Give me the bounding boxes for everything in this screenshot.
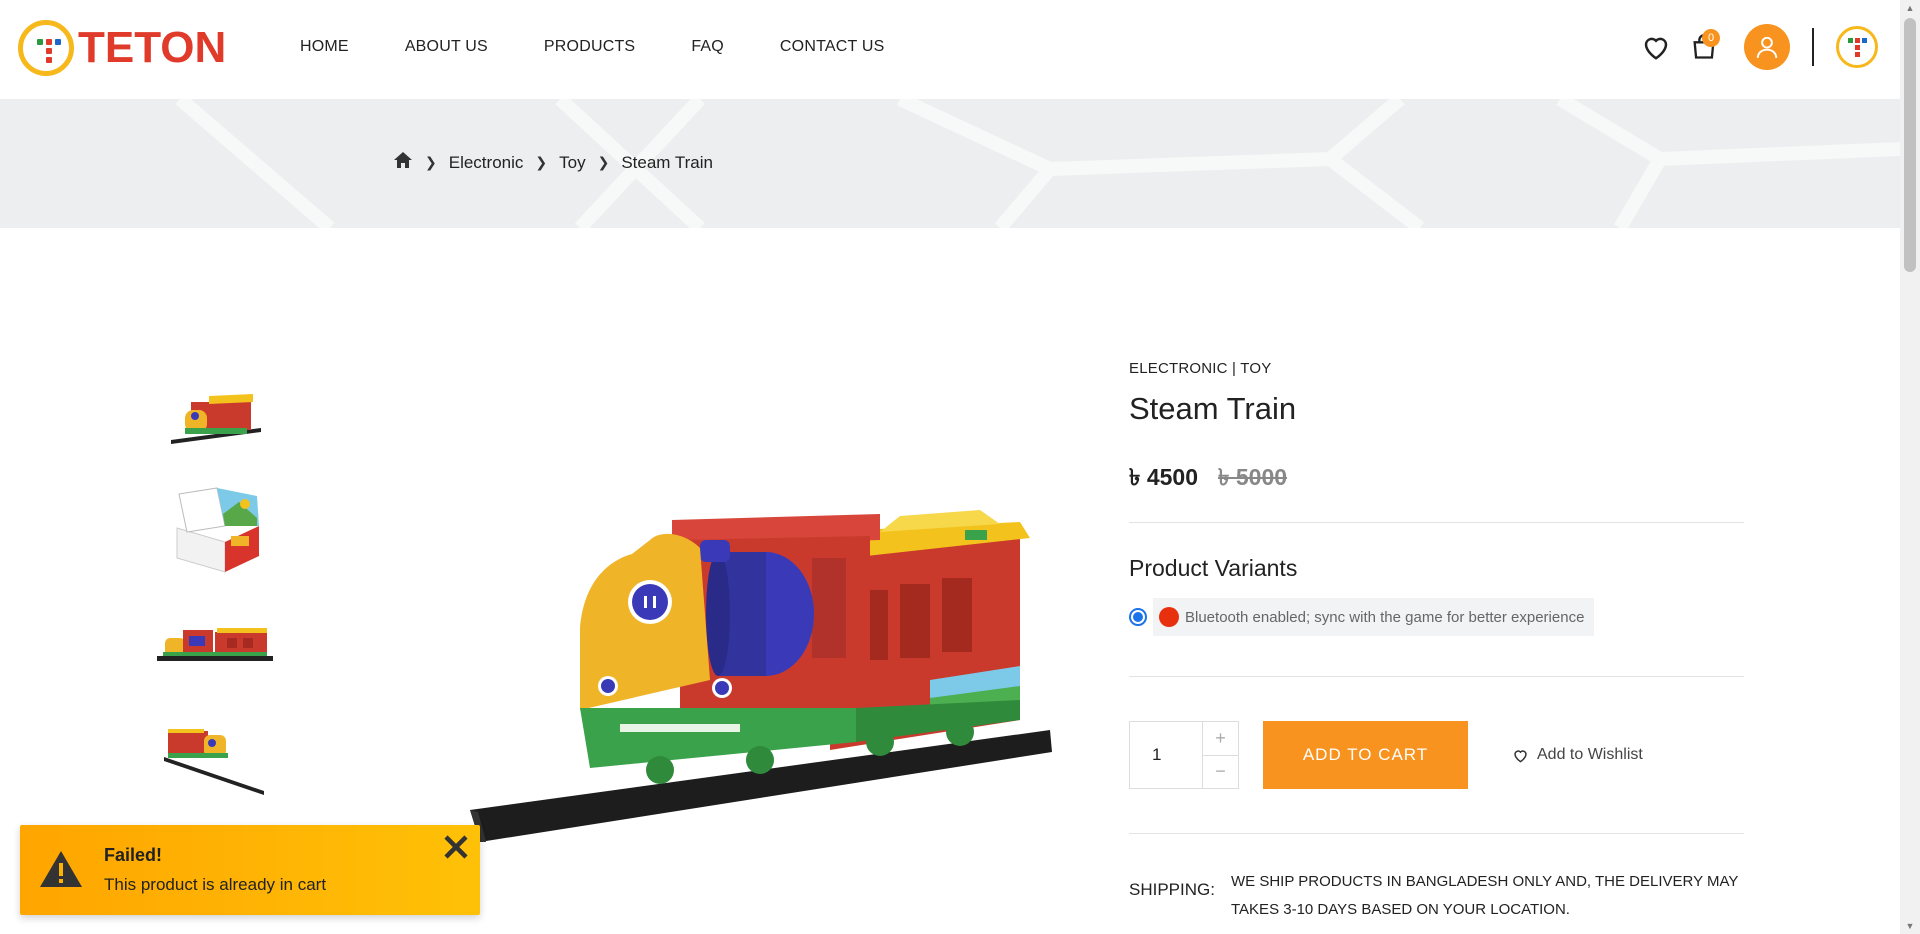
- quantity-decrease-button[interactable]: −: [1203, 756, 1238, 789]
- close-icon: [444, 835, 468, 859]
- divider: [1129, 676, 1744, 677]
- breadcrumb: ❯ Electronic ❯ Toy ❯ Steam Train: [393, 151, 713, 174]
- variants-heading: Product Variants: [1129, 555, 1298, 581]
- product-title: Steam Train: [1129, 391, 1297, 426]
- divider: [1129, 522, 1744, 523]
- logo-text: TETON: [78, 23, 227, 72]
- banner-pattern: [175, 99, 1900, 228]
- quantity-input[interactable]: [1130, 722, 1202, 788]
- color-swatch: [1159, 607, 1179, 627]
- variant-label: Bluetooth enabled; sync with the game fo…: [1185, 608, 1585, 626]
- home-icon: [394, 152, 412, 168]
- variant-option[interactable]: Bluetooth enabled; sync with the game fo…: [1129, 598, 1744, 636]
- nav-contact-us[interactable]: CONTACT US: [780, 38, 885, 56]
- toast-close-button[interactable]: [436, 827, 476, 867]
- product-info: ELECTRONIC | TOY Steam Train ৳ 4500 ৳ 50…: [1129, 360, 1744, 924]
- variant-radio[interactable]: [1129, 608, 1147, 626]
- user-icon: [1756, 36, 1778, 58]
- breadcrumb-banner: ❯ Electronic ❯ Toy ❯ Steam Train: [0, 99, 1900, 228]
- add-to-wishlist-link[interactable]: Add to Wishlist: [1512, 746, 1643, 764]
- nav-faq[interactable]: FAQ: [691, 38, 724, 56]
- scroll-down-icon[interactable]: ▼: [1900, 918, 1920, 934]
- box-thumbnail-image: [176, 487, 259, 573]
- shipping-info: SHIPPING: We ship products in Bangladesh…: [1129, 868, 1744, 924]
- chevron-right-icon: ❯: [535, 154, 548, 170]
- shipping-text: We ship products in Bangladesh only and,…: [1231, 873, 1739, 918]
- thumbnail-1[interactable]: [150, 365, 280, 465]
- shipping-label: SHIPPING:: [1129, 880, 1215, 899]
- heart-outline-icon: [1514, 749, 1527, 763]
- price-block: ৳ 4500 ৳ 5000: [1129, 459, 1744, 498]
- cart-button[interactable]: 0: [1682, 25, 1726, 69]
- add-to-wishlist-label: Add to Wishlist: [1537, 746, 1643, 763]
- heart-icon: [1644, 37, 1668, 60]
- breadcrumb-electronic[interactable]: Electronic: [449, 153, 524, 173]
- train-track-thumbnail-image: [164, 729, 264, 795]
- header-divider: [1812, 28, 1814, 66]
- nav-home[interactable]: HOME: [300, 38, 349, 56]
- nav-about-us[interactable]: ABOUT US: [405, 38, 488, 56]
- toast-title: Failed!: [104, 845, 163, 865]
- price-original: ৳ 5000: [1218, 464, 1288, 490]
- quantity-stepper: + −: [1129, 721, 1239, 789]
- teton-logo[interactable]: TETON: [18, 20, 226, 76]
- product-categories[interactable]: ELECTRONIC | TOY: [1129, 360, 1744, 377]
- toast-message: This product is already in cart: [104, 875, 327, 894]
- account-button[interactable]: [1744, 24, 1790, 70]
- cart-count-badge: 0: [1702, 29, 1720, 47]
- steam-train-image: [470, 510, 1052, 842]
- add-to-cart-row: + − ADD TO CART Add to Wishlist: [1129, 721, 1744, 789]
- warning-icon: [40, 851, 82, 887]
- header-actions: 0: [1634, 24, 1900, 70]
- page-scrollbar[interactable]: ▲ ▼: [1900, 0, 1920, 934]
- teton-badge-icon: [1839, 29, 1875, 65]
- thumbnail-3[interactable]: [150, 593, 280, 693]
- breadcrumb-toy[interactable]: Toy: [559, 153, 585, 173]
- train-side-thumbnail-image: [157, 628, 273, 661]
- main-product-image[interactable]: [460, 480, 1060, 860]
- train-thumbnail-image: [171, 394, 261, 444]
- error-toast: Failed! This product is already in cart: [20, 825, 480, 915]
- main-nav: HOME ABOUT US PRODUCTS FAQ CONTACT US: [300, 38, 940, 56]
- logo-ring-icon: [18, 20, 74, 76]
- thumbnail-4[interactable]: [150, 707, 280, 807]
- price-current: ৳ 4500: [1129, 464, 1199, 490]
- wishlist-button[interactable]: [1634, 25, 1678, 69]
- thumbnail-2[interactable]: [150, 479, 280, 579]
- scrollbar-thumb[interactable]: [1904, 18, 1916, 272]
- add-to-cart-button[interactable]: ADD TO CART: [1263, 721, 1468, 789]
- chevron-right-icon: ❯: [425, 154, 437, 170]
- scroll-up-icon[interactable]: ▲: [1900, 0, 1920, 16]
- nav-products[interactable]: PRODUCTS: [544, 38, 635, 56]
- quantity-increase-button[interactable]: +: [1203, 722, 1238, 756]
- teton-badge-button[interactable]: [1836, 26, 1878, 68]
- divider: [1129, 833, 1744, 834]
- breadcrumb-home[interactable]: [393, 151, 413, 174]
- variant-chip[interactable]: Bluetooth enabled; sync with the game fo…: [1153, 598, 1595, 636]
- quantity-steps: + −: [1202, 722, 1238, 788]
- breadcrumb-current: Steam Train: [621, 152, 713, 172]
- site-header: TETON HOME ABOUT US PRODUCTS FAQ CONTACT…: [0, 0, 1900, 99]
- chevron-right-icon: ❯: [597, 154, 610, 170]
